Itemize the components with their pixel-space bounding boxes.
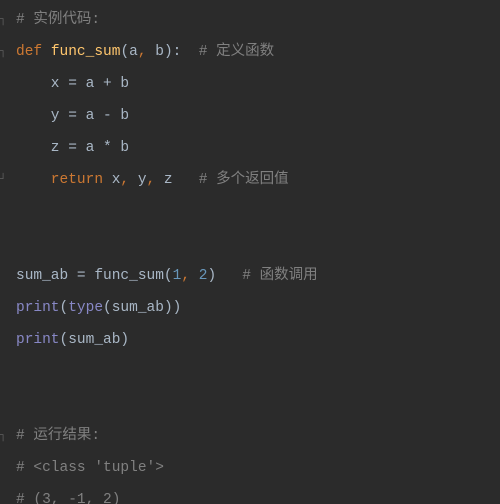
params: b) (147, 44, 173, 60)
comment: # <class 'tuple'> (16, 460, 164, 476)
statement: sum_ab = func_sum( (16, 268, 173, 284)
builtin-func: type (68, 300, 103, 316)
code-line[interactable]: # <class 'tuple'> (0, 452, 500, 484)
comma: , (147, 172, 156, 188)
code-line[interactable]: y = a - b (0, 100, 500, 132)
builtin-func: print (16, 300, 60, 316)
comment: # 定义函数 (181, 44, 274, 60)
code-line[interactable] (0, 196, 500, 228)
code-line[interactable]: # (3, -1, 2) (0, 484, 500, 504)
comment: # (3, -1, 2) (16, 492, 120, 504)
fold-end-icon: ┘ (0, 164, 8, 196)
var: x (103, 172, 120, 188)
params: (a (120, 44, 137, 60)
comment: # 多个返回值 (173, 172, 289, 188)
code-line[interactable]: print(type(sum_ab)) (0, 292, 500, 324)
code-editor[interactable]: ┐# 实例代码: ┐def func_sum(a, b): # 定义函数 x =… (0, 0, 500, 504)
function-name: func_sum (51, 44, 121, 60)
code-line[interactable] (0, 388, 500, 420)
code-line[interactable]: x = a + b (0, 68, 500, 100)
builtin-func: print (16, 332, 60, 348)
comment: # 实例代码: (16, 12, 100, 28)
code-line[interactable]: ┐ # 实例代码: (0, 4, 500, 36)
keyword: return (16, 172, 103, 188)
statement: z = a * b (16, 140, 129, 156)
comma: , (138, 44, 147, 60)
comma: , (120, 172, 129, 188)
code-line[interactable]: print(sum_ab) (0, 324, 500, 356)
statement: y = a - b (16, 108, 129, 124)
code-line[interactable]: ┐def func_sum(a, b): # 定义函数 (0, 36, 500, 68)
code-line[interactable] (0, 356, 500, 388)
code-line[interactable]: sum_ab = func_sum(1, 2) # 函数调用 (0, 260, 500, 292)
keyword: def (16, 44, 42, 60)
code-line[interactable]: ┐ # 运行结果: (0, 420, 500, 452)
fold-indicator-icon: ┐ (0, 4, 8, 36)
var: z (155, 172, 172, 188)
fold-indicator-icon: ┐ (0, 36, 8, 68)
comma: , (181, 268, 190, 284)
comment: # 函数调用 (216, 268, 318, 284)
comment: # 运行结果: (16, 428, 100, 444)
code-line[interactable] (0, 228, 500, 260)
args: (sum_ab)) (103, 300, 181, 316)
paren: ) (207, 268, 216, 284)
code-line[interactable]: z = a * b (0, 132, 500, 164)
var: y (129, 172, 146, 188)
number: 2 (190, 268, 207, 284)
paren: ( (60, 300, 69, 316)
fold-indicator-icon: ┐ (0, 420, 8, 452)
args: (sum_ab) (60, 332, 130, 348)
statement: x = a + b (16, 76, 129, 92)
code-line[interactable]: ┘ return x, y, z # 多个返回值 (0, 164, 500, 196)
